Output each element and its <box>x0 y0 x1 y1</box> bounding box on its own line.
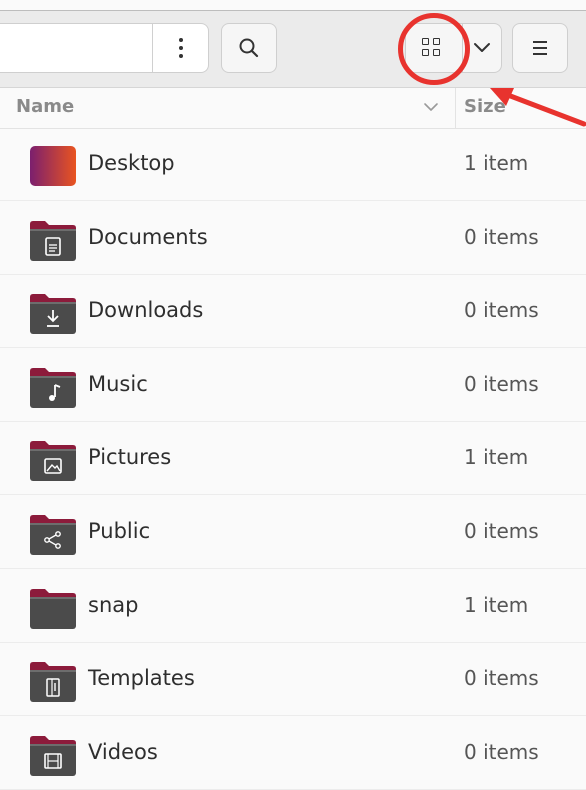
file-name: Desktop <box>88 151 175 175</box>
file-size: 0 items <box>464 666 539 691</box>
downloads-folder-icon <box>28 291 78 335</box>
file-row-videos[interactable]: Videos 0 items <box>0 717 586 790</box>
file-size: 0 items <box>464 739 539 764</box>
chevron-down-icon <box>474 43 490 52</box>
file-size: 0 items <box>464 298 539 323</box>
file-size: 0 items <box>464 371 539 396</box>
desktop-folder-icon <box>28 144 78 188</box>
file-row-documents[interactable]: Documents 0 items <box>0 202 586 275</box>
grid-view-icon[interactable] <box>422 38 442 58</box>
file-row-pictures[interactable]: Pictures 1 item <box>0 422 586 496</box>
file-name: Documents <box>88 224 208 249</box>
path-menu-button[interactable] <box>153 24 208 72</box>
documents-folder-icon <box>28 218 78 262</box>
file-size: 1 item <box>464 151 529 175</box>
file-size: 1 item <box>464 445 529 470</box>
videos-folder-icon <box>28 733 78 777</box>
hamburger-menu-icon <box>533 41 547 55</box>
pictures-folder-icon <box>28 438 78 482</box>
file-name: Music <box>88 371 148 396</box>
file-row-snap[interactable]: snap 1 item <box>0 570 586 643</box>
view-mode-group <box>405 23 502 73</box>
sort-chevron-down-icon[interactable] <box>422 96 440 116</box>
file-name: snap <box>88 592 139 617</box>
file-size: 0 items <box>464 224 539 249</box>
file-name: Pictures <box>88 445 172 470</box>
file-name: Templates <box>88 666 195 691</box>
column-header-row: Name Size <box>0 88 586 129</box>
header-bar <box>0 11 586 88</box>
file-name: Downloads <box>88 298 204 323</box>
vertical-ellipsis-icon <box>178 36 183 60</box>
file-row-public[interactable]: Public 0 items <box>0 496 586 569</box>
file-row-music[interactable]: Music 0 items <box>0 349 586 422</box>
path-bar[interactable] <box>0 23 209 73</box>
file-name: Public <box>88 519 151 543</box>
music-folder-icon <box>28 365 78 409</box>
column-header-name[interactable]: Name <box>16 96 74 117</box>
public-folder-icon <box>28 512 78 556</box>
templates-folder-icon <box>28 659 78 703</box>
column-header-size[interactable]: Size <box>464 96 506 117</box>
search-button[interactable] <box>221 23 277 73</box>
column-divider <box>455 88 456 128</box>
view-options-dropdown[interactable] <box>463 24 501 72</box>
file-row-templates[interactable]: Templates 0 items <box>0 643 586 717</box>
file-row-desktop[interactable]: Desktop 1 item <box>0 128 586 201</box>
magnifier-icon <box>239 38 259 58</box>
file-size: 1 item <box>464 592 529 617</box>
main-menu-button[interactable] <box>512 23 568 73</box>
file-name: Videos <box>88 739 158 764</box>
file-row-downloads[interactable]: Downloads 0 items <box>0 275 586 349</box>
folder-icon <box>28 586 78 630</box>
file-size: 0 items <box>464 519 539 543</box>
